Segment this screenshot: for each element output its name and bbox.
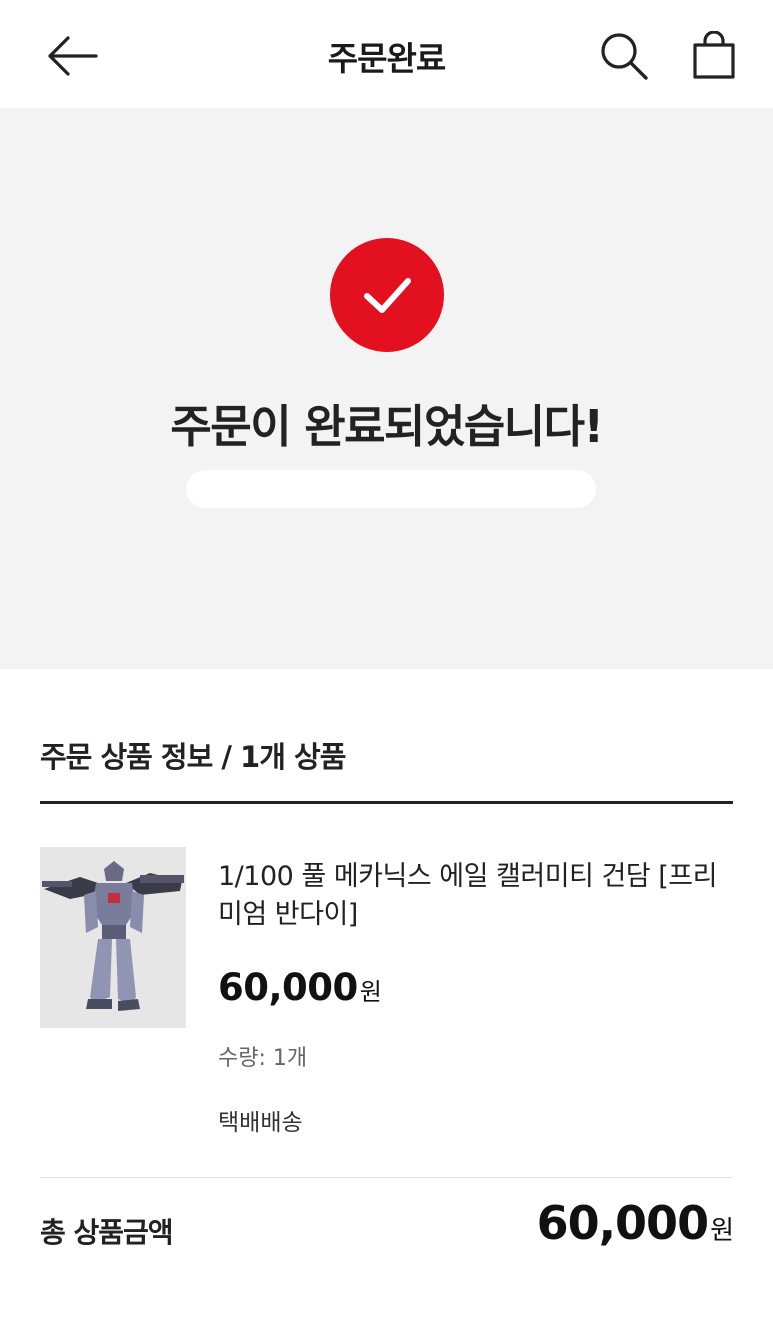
arrow-left-icon (48, 36, 98, 76)
delivery-method: 택배배송 (218, 1110, 303, 1136)
top-app-bar: 주문완료 (0, 0, 773, 108)
gundam-figure-image (40, 847, 186, 1028)
order-items-heading: 주문 상품 정보 / 1개 상품 (40, 740, 346, 774)
total-amount-value: 60,000 (536, 1196, 710, 1250)
order-complete-message: 주문이 완료되었습니다! (170, 400, 604, 453)
product-quantity: 수량: 1개 (218, 1046, 308, 1071)
check-circle-icon (330, 238, 444, 352)
product-price-value: 60,000 (218, 966, 358, 1009)
shopping-bag-icon (693, 31, 735, 79)
product-image[interactable] (40, 847, 186, 1028)
section-divider (40, 801, 733, 804)
total-amount-label: 총 상품금액 (40, 1216, 174, 1249)
page-title: 주문완료 (327, 39, 446, 78)
product-price-currency: 원 (359, 978, 382, 1006)
back-button[interactable] (40, 28, 104, 84)
product-price: 60,000원 (218, 966, 382, 1009)
shopping-bag-button[interactable] (686, 26, 742, 84)
redacted-order-number (186, 470, 596, 508)
product-name[interactable]: 1/100 풀 메카닉스 에일 캘러미티 건담 [프리미엄 반다이] (218, 858, 718, 934)
search-button[interactable] (596, 28, 652, 84)
order-complete-banner: 주문이 완료되었습니다! (0, 108, 773, 669)
total-amount: 60,000원 (536, 1196, 734, 1250)
total-amount-currency: 원 (710, 1216, 734, 1246)
search-icon (601, 33, 648, 80)
divider (40, 1177, 733, 1178)
checkmark-icon (364, 278, 411, 313)
